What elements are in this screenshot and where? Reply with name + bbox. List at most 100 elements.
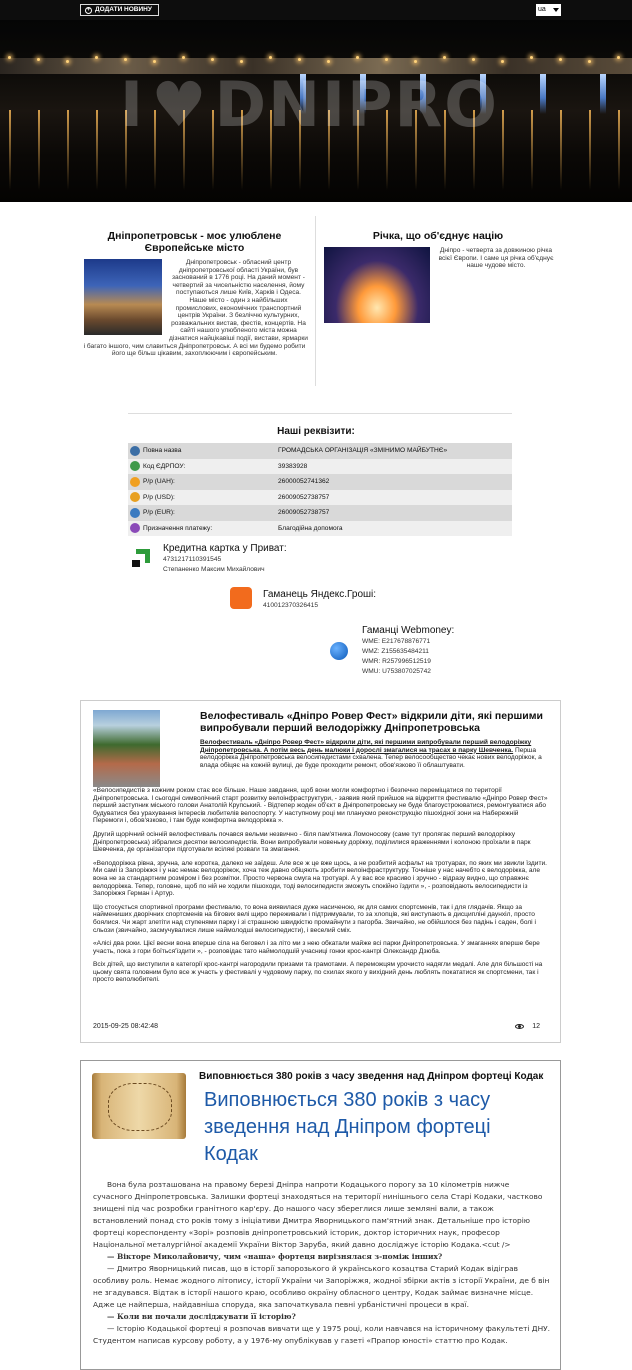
plus-icon: + xyxy=(85,6,92,14)
webmoney-icon xyxy=(330,642,348,660)
globe-icon xyxy=(130,461,140,472)
article-paragraph: Другий щорічний осінній велофестиваль по… xyxy=(93,830,531,854)
requisite-label-cell: Р/р (USD): xyxy=(128,490,278,506)
light-dot xyxy=(472,58,475,61)
light-dot xyxy=(95,56,98,59)
light-reflection xyxy=(531,110,533,190)
article-paragraph: — Історію Кодацької фортеці я розпочав в… xyxy=(93,1324,550,1345)
requisite-value: 39383928 xyxy=(278,462,308,470)
hero-banner: I♥DNIPRO xyxy=(0,20,632,202)
light-reflection xyxy=(9,110,11,190)
kodak-map-image[interactable] xyxy=(92,1073,186,1139)
requisite-label: Р/р (USD): xyxy=(143,493,175,501)
purpose-icon xyxy=(130,523,140,534)
yandex-wallet: Гаманець Яндекс.Гроші: 410012370326415 xyxy=(263,589,376,611)
light-reflection xyxy=(96,110,98,190)
webmoney-title: Гаманці Webmoney: xyxy=(362,625,455,636)
divider xyxy=(128,413,512,414)
article-photo[interactable] xyxy=(93,710,160,787)
city-photo xyxy=(84,259,162,335)
light-dot xyxy=(327,60,330,63)
article-title[interactable]: Виповнюється 380 років з часу зведення н… xyxy=(199,1071,549,1082)
requisites-table: Повна назва ГРОМАДСЬКА ОРГАНІЗАЦІЯ «ЗМІНИ… xyxy=(128,443,512,536)
requisite-label-cell: Код ЄДРПОУ: xyxy=(128,459,278,475)
light-dot xyxy=(385,58,388,61)
intro-river: Річка, що об'єднує націю Дніпро - четвер… xyxy=(320,216,556,386)
light-reflection xyxy=(560,110,562,190)
requisite-row: Р/р (UAH): 26000052741362 xyxy=(128,474,512,490)
article-paragraph: Вона була розташована на правому березі … xyxy=(93,1180,543,1249)
light-dot xyxy=(124,58,127,61)
privat-owner: Степаненко Максим Михайлович xyxy=(163,566,265,573)
requisite-label: Повна назва xyxy=(143,447,182,454)
light-reflection xyxy=(38,110,40,190)
light-reflection xyxy=(589,110,591,190)
article-meta: 2015-09-25 08:42:48 12 xyxy=(93,1023,550,1030)
light-dot xyxy=(617,56,620,59)
webmoney-wallet: WMU: U753807025742 xyxy=(362,668,431,675)
article-lead-link[interactable]: Велофестиваль «Дніпро Ровер Фест» відкри… xyxy=(200,739,531,754)
privat-title: Кредитна картка у Приват: xyxy=(163,543,287,554)
yandex-title: Гаманець Яндекс.Гроші: xyxy=(263,589,377,600)
requisite-value: 26009052738757 xyxy=(278,493,330,501)
light-dot xyxy=(501,60,504,63)
requisite-value: Благодійна допомога xyxy=(278,524,343,532)
requisite-value: 26009052738757 xyxy=(278,509,330,516)
top-bar: + ДОДАТИ НОВИНУ ua xyxy=(0,0,632,20)
language-select[interactable]: ua xyxy=(536,4,561,16)
bridge-pillar xyxy=(600,74,606,114)
webmoney-wallets: Гаманці Webmoney: WME: E217678876771 WMZ… xyxy=(362,625,454,677)
euro-icon xyxy=(130,507,140,518)
article-paragraph: — Дмитро Яворницький писав, що в історії… xyxy=(93,1264,550,1309)
requisite-label-cell: Р/р (EUR): xyxy=(128,505,278,521)
requisite-label-cell: Повна назва xyxy=(128,443,278,459)
requisite-label: Р/р (EUR): xyxy=(143,509,175,516)
article-date: 2015-09-25 08:42:48 xyxy=(93,1023,158,1030)
privatbank-icon xyxy=(132,549,150,567)
requisite-row: Призначення платежу: Благодійна допомога xyxy=(128,520,512,537)
article-question: — Коли ви почали досліджувати її історію… xyxy=(93,1311,550,1323)
requisite-value: 26000052741362 xyxy=(278,478,330,485)
webmoney-wallet: WMR: R257996512519 xyxy=(362,658,431,665)
requisite-row: Р/р (EUR): 26009052738757 xyxy=(128,505,512,521)
site-logo[interactable]: I♥DNIPRO xyxy=(120,68,499,141)
intro-city-title: Дніпропетровськ - моє улюблене Європейсь… xyxy=(107,230,282,254)
article-paragraph: «Велосипедистів з кожним роком стає все … xyxy=(93,787,548,825)
chevron-down-icon xyxy=(553,8,559,12)
requisite-label: Код ЄДРПОУ: xyxy=(143,462,186,470)
intro-river-title: Річка, що об'єднує націю xyxy=(372,230,504,242)
light-dot xyxy=(240,60,243,63)
webmoney-wallet: WME: E217678876771 xyxy=(362,638,431,645)
add-news-label: ДОДАТИ НОВИНУ xyxy=(95,6,152,13)
yandex-money-icon xyxy=(230,587,252,609)
requisite-row: Р/р (USD): 26009052738757 xyxy=(128,489,512,506)
requisite-row: Код ЄДРПОУ: 39383928 xyxy=(128,458,512,475)
requisites-title: Наші реквізити: xyxy=(277,426,355,437)
add-news-button[interactable]: + ДОДАТИ НОВИНУ xyxy=(80,4,159,16)
requisite-label-cell: Призначення платежу: xyxy=(128,521,278,537)
article-title[interactable]: Велофестиваль «Дніпро Ровер Фест» відкри… xyxy=(200,710,550,734)
yandex-number: 410012370326415 xyxy=(263,602,319,609)
building-icon xyxy=(130,445,140,456)
article-body: Вона була розташована на правому березі … xyxy=(93,1179,550,1347)
news-card: Велофестиваль «Дніпро Ровер Фест» відкри… xyxy=(80,700,561,1043)
bridge-pillar xyxy=(540,74,546,114)
light-dot xyxy=(269,56,272,59)
requisite-row: Повна назва ГРОМАДСЬКА ОРГАНІЗАЦІЯ «ЗМІНИ… xyxy=(128,443,512,459)
view-count: 12 xyxy=(515,1023,540,1030)
light-dot xyxy=(211,58,214,61)
river-photo xyxy=(324,247,430,323)
intro-city: Дніпропетровськ - моє улюблене Європейсь… xyxy=(80,216,316,386)
requisite-value: ГРОМАДСЬКА ОРГАНІЗАЦІЯ «ЗМІНИМО МАЙБУТНЄ… xyxy=(278,447,448,454)
light-dot xyxy=(443,56,446,59)
requisite-label: Призначення платежу: xyxy=(143,524,213,532)
article-lead: Велофестиваль «Дніпро Ровер Фест» відкри… xyxy=(200,739,550,769)
privat-card: Кредитна картка у Приват: 47312171103915… xyxy=(163,543,287,575)
dollar-icon xyxy=(130,492,140,503)
view-count-value: 12 xyxy=(532,1023,540,1030)
hryvnia-icon xyxy=(130,476,140,487)
light-dot xyxy=(37,58,40,61)
article-body: «Велосипедистів з кожним роком стає все … xyxy=(93,787,550,990)
logo-text: DNIPRO xyxy=(214,68,499,141)
privat-number: 4731217110391545 xyxy=(163,556,222,563)
